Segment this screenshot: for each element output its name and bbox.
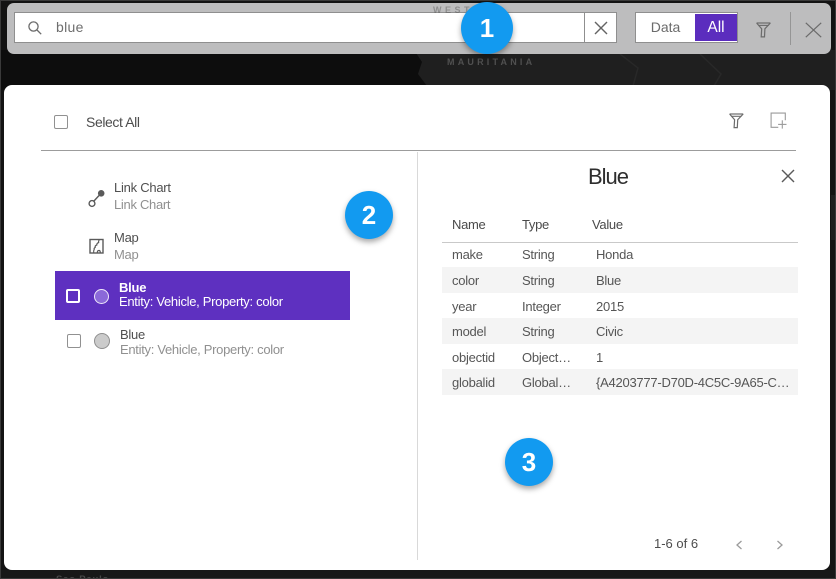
svg-text:MAURITANIA: MAURITANIA [447, 57, 535, 67]
svg-text:Sao Paulo: Sao Paulo [56, 574, 109, 579]
